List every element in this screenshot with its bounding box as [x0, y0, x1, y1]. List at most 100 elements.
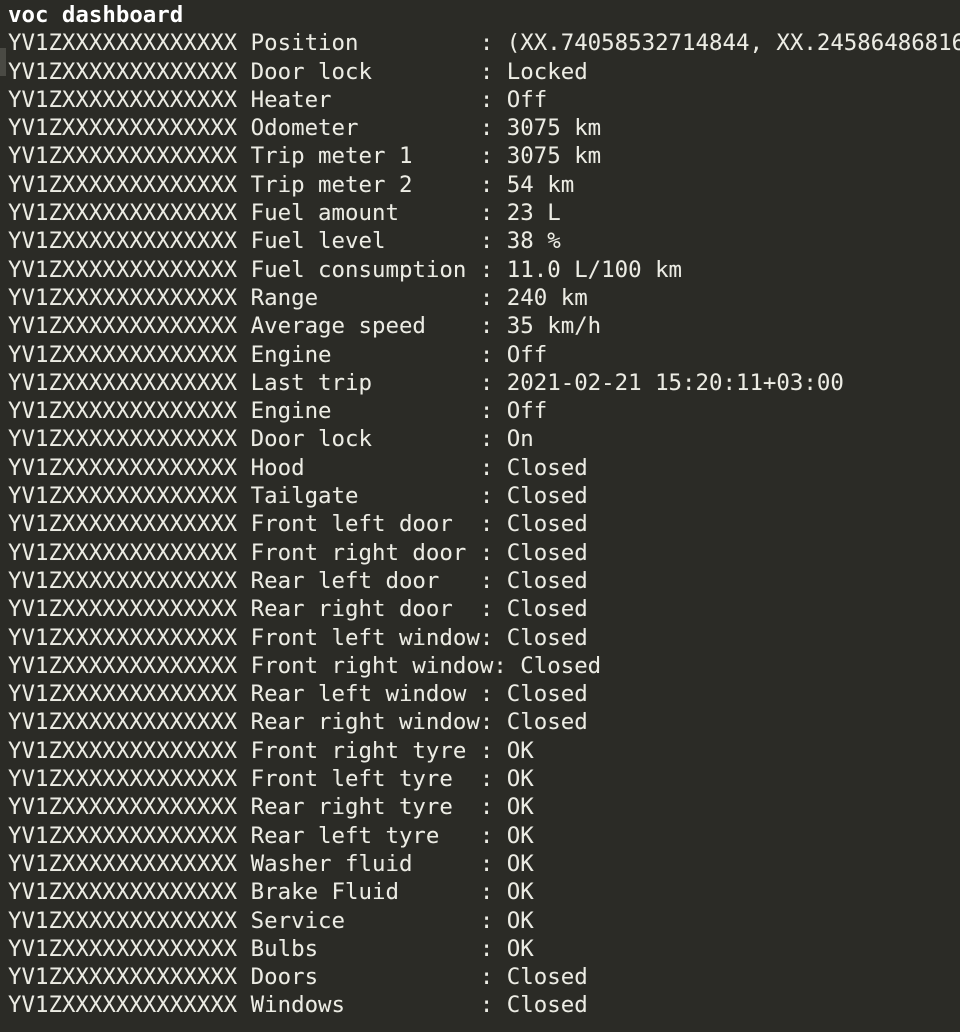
row-value: 35 km/h	[506, 313, 602, 340]
vehicle-vin: YV1ZXXXXXXXXXXXXX	[8, 766, 238, 793]
row-value: Closed	[506, 624, 588, 651]
vehicle-vin: YV1ZXXXXXXXXXXXXX	[8, 539, 238, 566]
dashboard-row: YV1ZXXXXXXXXXXXXX Front right door : Clo…	[8, 539, 588, 566]
row-label: Rear right tyre	[250, 794, 480, 821]
dashboard-row: YV1ZXXXXXXXXXXXXX Front left window: Clo…	[8, 624, 588, 651]
dashboard-row: YV1ZXXXXXXXXXXXXX Fuel consumption : 11.…	[8, 256, 683, 283]
row-value: OK	[506, 822, 534, 849]
row-value: Closed	[506, 567, 588, 594]
dashboard-row: YV1ZXXXXXXXXXXXXX Fuel amount : 23 L	[8, 200, 561, 227]
dashboard-row: YV1ZXXXXXXXXXXXXX Engine : Off	[8, 398, 548, 425]
row-value: OK	[506, 879, 534, 906]
row-label: Doors	[250, 964, 480, 991]
vehicle-vin: YV1ZXXXXXXXXXXXXX	[8, 369, 238, 396]
row-value: 54 km	[506, 171, 575, 198]
row-value: OK	[506, 794, 534, 821]
row-value: Closed	[506, 511, 588, 538]
row-label: Range	[250, 284, 480, 311]
row-label: Hood	[250, 454, 480, 481]
dashboard-row: YV1ZXXXXXXXXXXXXX Position : (XX.7405853…	[8, 29, 960, 57]
vehicle-vin: YV1ZXXXXXXXXXXXXX	[8, 86, 238, 113]
row-value: OK	[506, 935, 534, 962]
vehicle-vin: YV1ZXXXXXXXXXXXXX	[8, 907, 238, 934]
row-value: OK	[506, 766, 534, 793]
row-label: Heater	[250, 86, 480, 113]
row-value: 3075 km	[506, 143, 602, 170]
dashboard-row: YV1ZXXXXXXXXXXXXX Rear left door : Close…	[8, 567, 588, 594]
row-label: Door lock	[250, 426, 480, 453]
dashboard-row: YV1ZXXXXXXXXXXXXX Rear left window : Clo…	[8, 681, 588, 708]
dashboard-row: YV1ZXXXXXXXXXXXXX Engine : Off	[8, 341, 548, 368]
row-label: Front right window	[250, 652, 494, 679]
vehicle-vin: YV1ZXXXXXXXXXXXXX	[8, 284, 238, 311]
row-label: Front left tyre	[250, 766, 480, 793]
dashboard-row: YV1ZXXXXXXXXXXXXX Odometer : 3075 km	[8, 115, 602, 142]
row-label: Average speed	[250, 313, 480, 340]
vehicle-vin: YV1ZXXXXXXXXXXXXX	[8, 567, 238, 594]
row-value: On	[506, 426, 534, 453]
vehicle-vin: YV1ZXXXXXXXXXXXXX	[8, 992, 238, 1019]
row-label: Fuel amount	[250, 200, 480, 227]
row-value: Off	[506, 86, 548, 113]
vehicle-vin: YV1ZXXXXXXXXXXXXX	[8, 681, 238, 708]
row-value: Closed	[506, 596, 588, 623]
row-value: 23 L	[506, 200, 561, 227]
dashboard-row: YV1ZXXXXXXXXXXXXX Doors : Closed	[8, 964, 588, 991]
row-label: Fuel level	[250, 228, 480, 255]
row-label: Engine	[250, 398, 480, 425]
vehicle-vin: YV1ZXXXXXXXXXXXXX	[8, 341, 238, 368]
row-label: Rear left door	[250, 567, 480, 594]
command-title: voc dashboard	[8, 2, 184, 28]
row-label: Windows	[250, 992, 480, 1019]
row-value: 240 km	[506, 284, 588, 311]
dashboard-row: YV1ZXXXXXXXXXXXXX Front right tyre : OK	[8, 737, 534, 764]
row-value: Closed	[506, 681, 588, 708]
vehicle-vin: YV1ZXXXXXXXXXXXXX	[8, 398, 238, 425]
row-label: Rear left tyre	[250, 822, 480, 849]
vehicle-vin: YV1ZXXXXXXXXXXXXX	[8, 143, 238, 170]
vehicle-vin: YV1ZXXXXXXXXXXXXX	[8, 256, 238, 283]
row-value: Closed	[506, 992, 588, 1019]
row-label: Rear left window	[250, 681, 480, 708]
vehicle-vin: YV1ZXXXXXXXXXXXXX	[8, 115, 238, 142]
vehicle-vin: YV1ZXXXXXXXXXXXXX	[8, 964, 238, 991]
row-value: OK	[506, 737, 534, 764]
vehicle-vin: YV1ZXXXXXXXXXXXXX	[8, 794, 238, 821]
dashboard-row: YV1ZXXXXXXXXXXXXX Trip meter 2 : 54 km	[8, 171, 575, 198]
vehicle-vin: YV1ZXXXXXXXXXXXXX	[8, 58, 238, 85]
row-label: Brake Fluid	[250, 879, 480, 906]
vehicle-vin: YV1ZXXXXXXXXXXXXX	[8, 30, 238, 57]
dashboard-row: YV1ZXXXXXXXXXXXXX Hood : Closed	[8, 454, 588, 481]
dashboard-row: YV1ZXXXXXXXXXXXXX Rear right window: Clo…	[8, 709, 588, 736]
dashboard-row: YV1ZXXXXXXXXXXXXX Bulbs : OK	[8, 935, 534, 962]
dashboard-output: YV1ZXXXXXXXXXXXXX Position : (XX.7405853…	[8, 29, 960, 1019]
row-label: Odometer	[250, 115, 480, 142]
dashboard-row: YV1ZXXXXXXXXXXXXX Tailgate : Closed	[8, 483, 588, 510]
dashboard-row: YV1ZXXXXXXXXXXXXX Washer fluid : OK	[8, 850, 534, 877]
row-value: OK	[506, 907, 534, 934]
row-value: Closed	[506, 539, 588, 566]
row-label: Last trip	[250, 369, 480, 396]
row-label: Front left door	[250, 511, 480, 538]
row-label: Door lock	[250, 58, 480, 85]
row-value: 38 %	[506, 228, 561, 255]
row-value: Closed	[506, 454, 588, 481]
vehicle-vin: YV1ZXXXXXXXXXXXXX	[8, 652, 238, 679]
vehicle-vin: YV1ZXXXXXXXXXXXXX	[8, 596, 238, 623]
vehicle-vin: YV1ZXXXXXXXXXXXXX	[8, 879, 238, 906]
row-label: Tailgate	[250, 483, 480, 510]
vehicle-vin: YV1ZXXXXXXXXXXXXX	[8, 511, 238, 538]
row-label: Service	[250, 907, 480, 934]
dashboard-row: YV1ZXXXXXXXXXXXXX Rear left tyre : OK	[8, 822, 534, 849]
vehicle-vin: YV1ZXXXXXXXXXXXXX	[8, 426, 238, 453]
row-value: (XX.74058532714844, XX.245864868164062,	[506, 30, 960, 57]
scrollbar-thumb[interactable]	[0, 48, 6, 76]
row-label: Trip meter 2	[250, 171, 480, 198]
dashboard-row: YV1ZXXXXXXXXXXXXX Trip meter 1 : 3075 km	[8, 143, 602, 170]
row-label: Front right tyre	[250, 737, 480, 764]
dashboard-row: YV1ZXXXXXXXXXXXXX Front left door : Clos…	[8, 511, 588, 538]
dashboard-row: YV1ZXXXXXXXXXXXXX Heater : Off	[8, 86, 548, 113]
row-value: Off	[506, 398, 548, 425]
dashboard-row: YV1ZXXXXXXXXXXXXX Front right window: Cl…	[8, 652, 602, 679]
dashboard-row: YV1ZXXXXXXXXXXXXX Rear right tyre : OK	[8, 794, 534, 821]
